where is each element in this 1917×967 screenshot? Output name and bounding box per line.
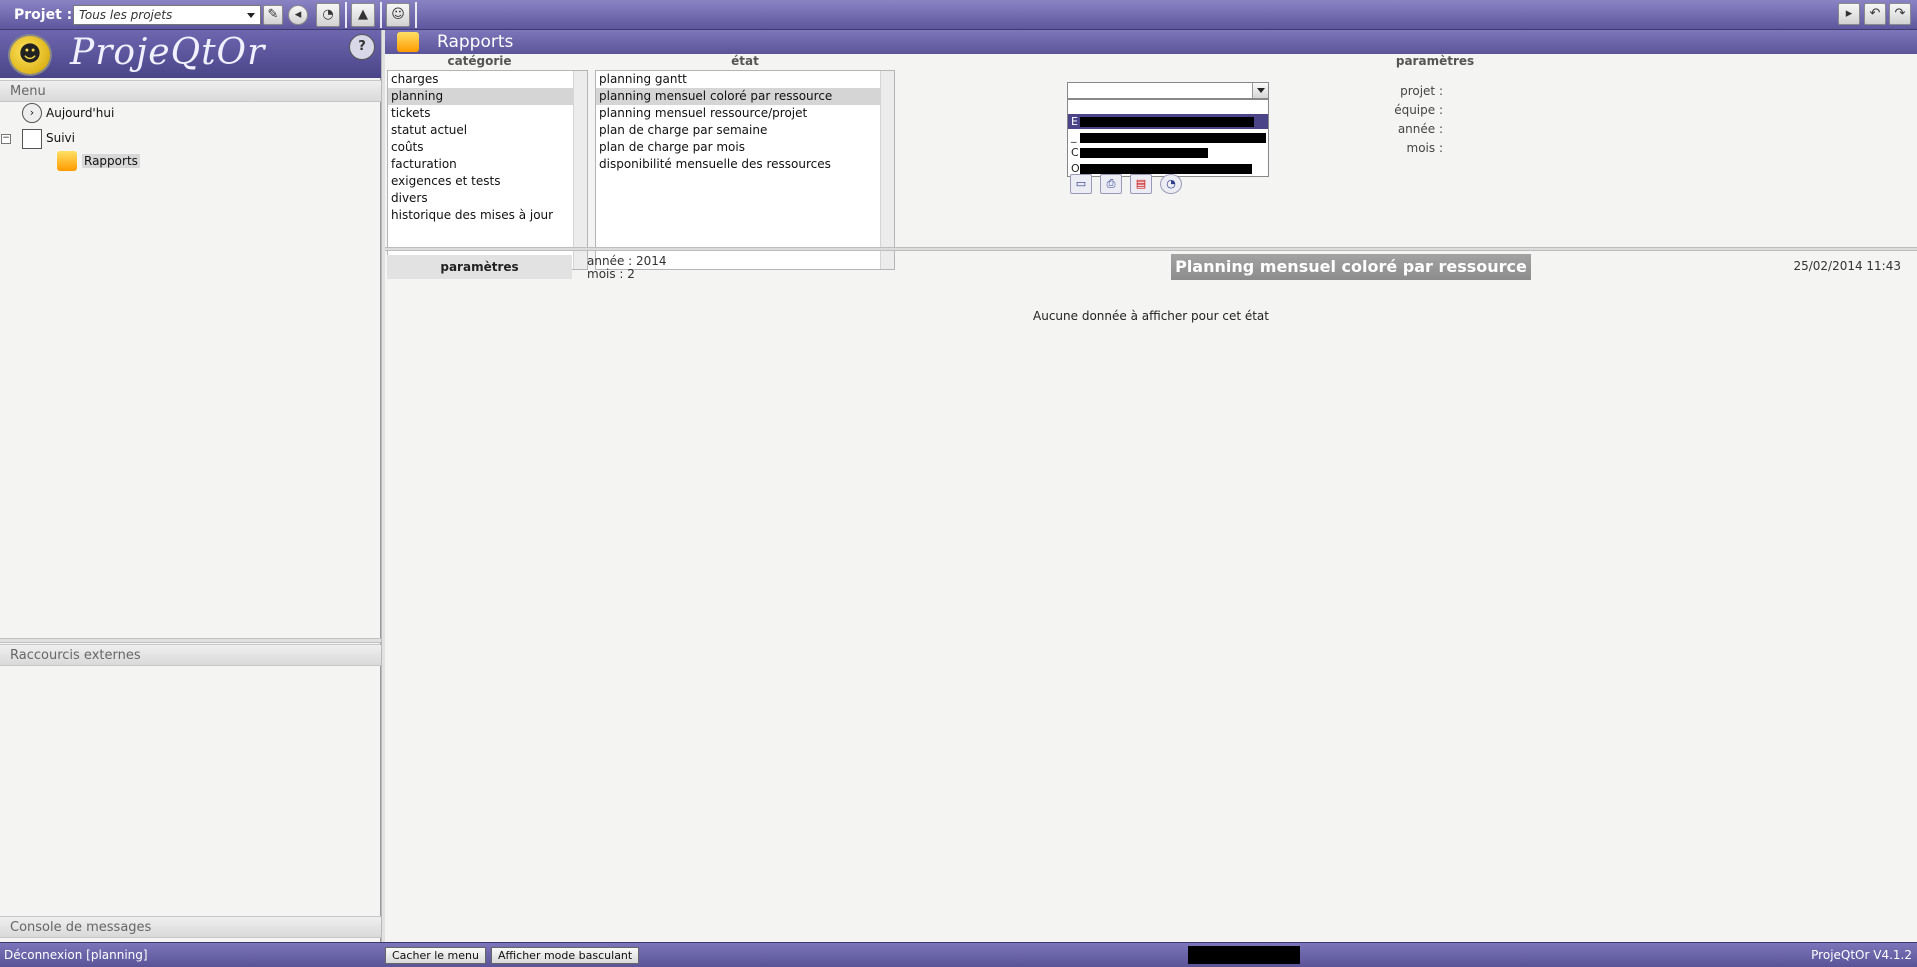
report-title: Planning mensuel coloré par ressource [1171,254,1531,280]
toolbar-separator [345,2,347,28]
page-header: Rapports [385,30,1917,54]
tree-item-rapports[interactable]: Rapports [82,154,140,168]
project-select-value: Tous les projets [79,8,173,22]
console-title: Console de messages [10,920,152,935]
state-item[interactable]: plan de charge par mois [596,139,894,156]
shortcuts-title: Raccourcis externes [10,648,141,663]
result-month: mois : 2 [587,267,635,281]
state-scrollbar[interactable] [880,71,894,269]
project-param-input[interactable] [1067,82,1269,99]
logout-link[interactable]: Déconnexion [planning] [4,948,148,962]
tree-item-aujourdhui[interactable]: Aujourd'hui [46,106,114,120]
category-item[interactable]: divers [388,190,587,207]
category-item[interactable]: statut actuel [388,122,587,139]
left-panel: ☻ ProjeQtOr ? Menu › Aujourd'hui − Suivi… [0,30,381,942]
page-title: Rapports [437,32,514,52]
redacted-text [1080,164,1252,174]
menu-header: Menu [0,80,381,102]
report-date: 25/02/2014 11:43 [1793,259,1901,273]
back-icon[interactable]: ◂ [288,5,308,25]
chevron-down-icon [247,13,255,18]
category-item[interactable]: coûts [388,139,587,156]
state-item[interactable]: planning gantt [596,71,894,88]
dropdown-option[interactable]: E [1068,114,1268,129]
user-icon[interactable]: ☺ [386,3,410,27]
state-item[interactable]: plan de charge par semaine [596,122,894,139]
mascot-icon: ☻ [8,34,52,76]
help-icon[interactable]: ? [349,34,375,60]
state-item-selected[interactable]: planning mensuel coloré par ressource [596,88,894,105]
print-icon[interactable]: ⎙ [1100,174,1122,194]
params-title: paramètres [1395,54,1475,68]
suivi-folder-icon [22,129,42,149]
version-label: ProjeQtOr V4.1.2 [1811,948,1912,962]
redacted-area [1188,946,1300,964]
param-label-equipe: équipe : [1394,103,1443,117]
toolbar-separator [380,2,382,28]
undo-icon[interactable]: ↶ [1864,3,1886,25]
project-label: Projet : [14,7,73,23]
category-item[interactable]: charges [388,71,587,88]
redacted-text [1080,148,1208,158]
toolbar-separator [415,2,417,28]
dropdown-option[interactable]: _ [1068,130,1268,145]
today-clock-icon: › [22,103,42,123]
today-icon[interactable]: ◔ [1160,174,1182,194]
category-item[interactable]: exigences et tests [388,173,587,190]
category-list[interactable]: charges planning tickets statut actuel c… [387,70,588,270]
top-toolbar: Projet : Tous les projets ✎ ◂ ◔ ▲ ☺ ▸ ↶ … [0,0,1917,30]
app-title: ProjeQtOr [70,32,266,73]
pdf-icon[interactable]: ▤ [1130,174,1152,194]
param-label-projet: projet : [1400,84,1443,98]
param-label-annee: année : [1397,122,1443,136]
category-title: catégorie [447,54,512,68]
tree-item-suivi[interactable]: Suivi [46,131,75,145]
state-list[interactable]: planning gantt planning mensuel coloré p… [595,70,895,270]
vertical-splitter[interactable] [381,30,385,942]
state-title: état [731,54,759,68]
console-header: Console de messages [0,916,381,938]
dropdown-option[interactable]: C [1068,145,1268,160]
reports-icon[interactable]: ▲ [351,3,375,27]
wrench-icon[interactable]: ✎ [263,5,283,25]
category-item[interactable]: facturation [388,156,587,173]
redacted-text [1080,117,1254,127]
reports-chart-icon [57,151,77,171]
display-icon[interactable]: ▭ [1070,174,1092,194]
app-logo-bar: ☻ ProjeQtOr ? [0,30,381,78]
play-icon[interactable]: ▸ [1838,3,1860,25]
result-params-label: paramètres [387,255,572,279]
state-item[interactable]: disponibilité mensuelle des ressources [596,156,894,173]
reports-icon [397,32,419,52]
toggle-mode-button[interactable]: Afficher mode basculant [491,947,640,964]
shortcuts-header: Raccourcis externes [0,644,381,666]
today-icon[interactable]: ◔ [316,3,340,27]
category-item-selected[interactable]: planning [388,88,587,105]
project-dropdown[interactable]: E _ C O [1067,99,1269,177]
collapse-icon[interactable]: − [1,134,11,144]
redacted-text [1080,133,1266,143]
no-data-message: Aucune donnée à afficher pour cet état [1033,309,1269,323]
main-panel: Rapports catégorie état paramètres charg… [385,30,1917,942]
param-label-mois: mois : [1406,141,1443,155]
redo-icon[interactable]: ↷ [1889,3,1911,25]
left-splitter[interactable] [0,638,381,643]
bottom-bar: Déconnexion [planning] Cacher le menu Af… [0,942,1917,967]
chevron-down-icon[interactable] [1252,83,1268,98]
menu-title: Menu [10,84,46,99]
project-select[interactable]: Tous les projets [73,5,261,25]
result-year: année : 2014 [587,254,667,268]
category-item[interactable]: tickets [388,105,587,122]
horizontal-splitter[interactable] [385,247,1917,251]
category-item[interactable]: historique des mises à jour [388,207,587,224]
state-item[interactable]: planning mensuel ressource/projet [596,105,894,122]
category-scrollbar[interactable] [573,71,587,269]
hide-menu-button[interactable]: Cacher le menu [385,947,486,964]
